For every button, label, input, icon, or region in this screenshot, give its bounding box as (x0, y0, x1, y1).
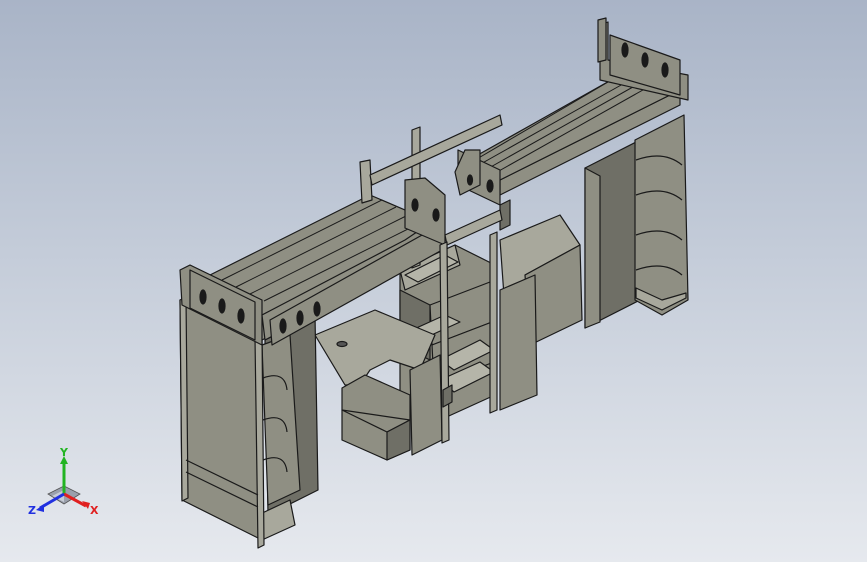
graphics-viewport[interactable]: Y X Z (0, 0, 867, 562)
triad-y-label: Y (59, 448, 69, 459)
triad-z-label: Z (28, 504, 36, 517)
orientation-triad: Y X Z (28, 448, 99, 517)
bunk-bed-desk-3d-model[interactable] (0, 0, 867, 562)
triad-x-label: X (90, 504, 99, 517)
right-corner-shelf (634, 114, 689, 316)
ladder-rail (439, 241, 450, 444)
left-desk-pedestal (409, 354, 443, 456)
right-wardrobe-front (584, 167, 601, 329)
right-desk-pedestal (499, 274, 538, 411)
